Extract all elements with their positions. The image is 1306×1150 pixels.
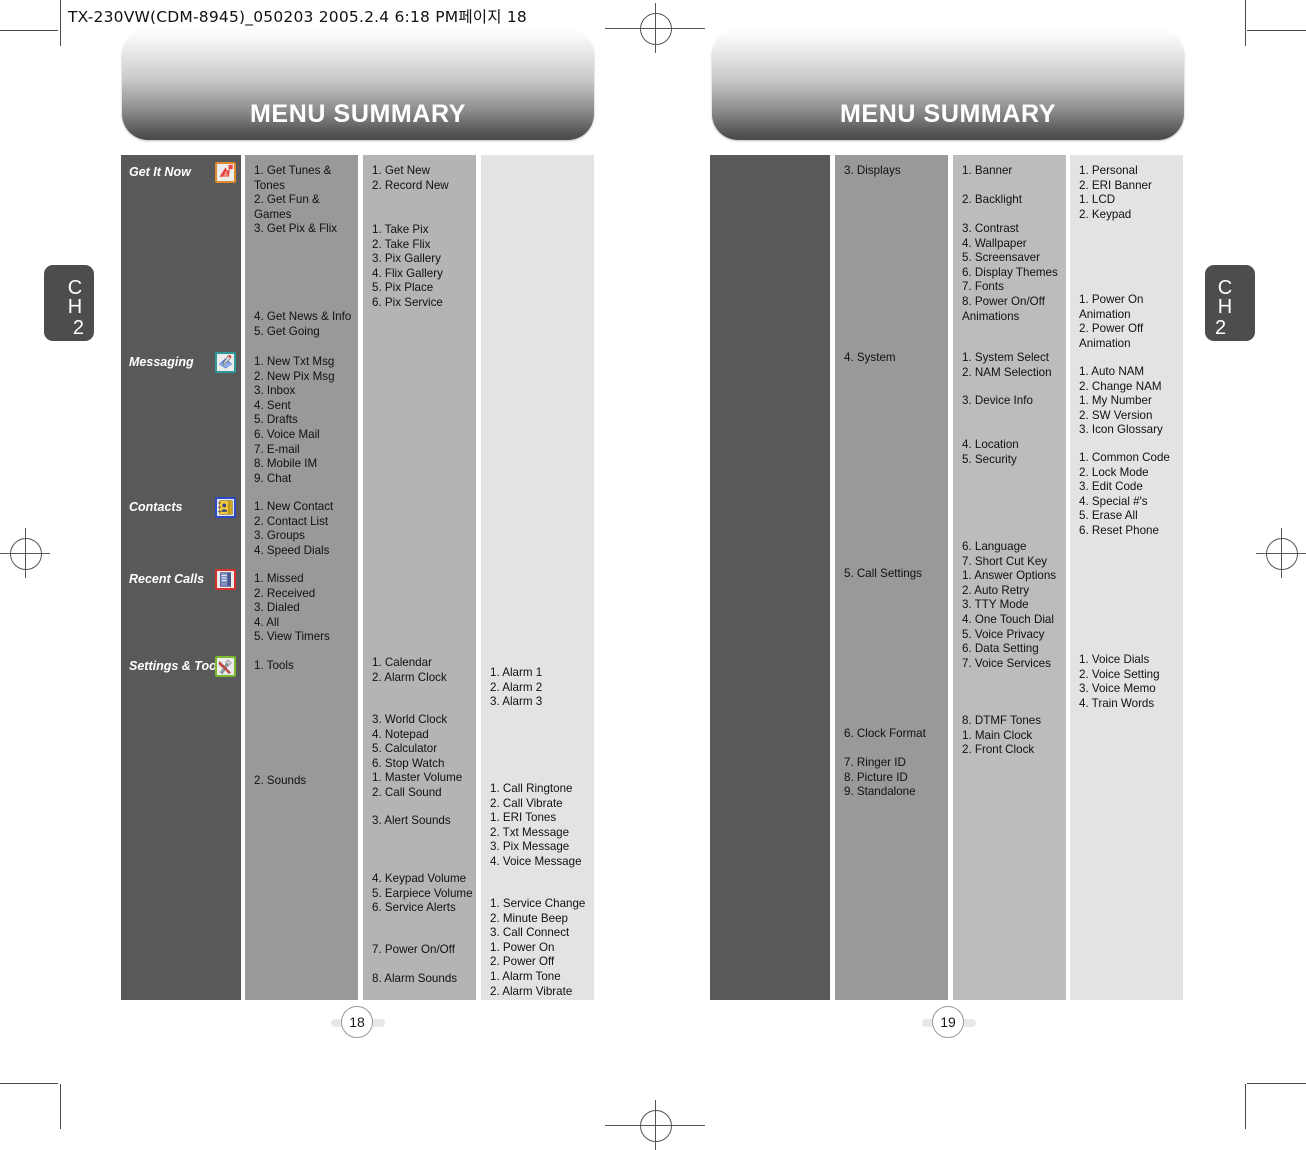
list-item: 1. Voice Dials 2. Voice Setting 3. Voice… (1079, 653, 1160, 710)
left-page-title: MENU SUMMARY (250, 100, 466, 128)
get-it-now-icon (215, 162, 236, 183)
list-item: 8. DTMF Tones 1. Main Clock 2. Front Clo… (962, 714, 1042, 757)
list-item: 1. Get New 2. Record New (372, 164, 449, 192)
list-item: 1. Banner (962, 164, 1013, 177)
list-item: 7. Power On/Off (372, 943, 455, 956)
category-label-settings-tools: Settings & Tools (129, 659, 228, 673)
list-item: 4. Keypad Volume 5. Earpiece Volume 6. S… (372, 872, 473, 915)
list-item: 1. New Contact 2. Contact List 3. Groups… (254, 500, 334, 557)
crop-mark-bottom-left-h (0, 1083, 58, 1084)
list-item: 1. Auto NAM 2. Change NAM 1. My Number 2… (1079, 365, 1163, 437)
left-chapter-tab: CH 2 (44, 265, 94, 341)
list-item: 3. Device Info (962, 394, 1033, 407)
right-chapter-tab-number: 2 (1215, 317, 1227, 339)
right-col-categories (710, 155, 830, 1000)
list-item: 1. Take Pix 2. Take Flix 3. Pix Gallery … (372, 223, 443, 309)
messaging-icon (215, 352, 236, 373)
category-label-messaging: Messaging (129, 355, 194, 369)
left-col-level3: 1. Alarm 1 2. Alarm 2 3. Alarm 3 1. Call… (481, 155, 594, 1000)
left-col-categories: Get It Now Messaging Contacts Recent Cal… (121, 155, 241, 1000)
list-item: 1. Missed 2. Received 3. Dialed 4. All 5… (254, 572, 330, 644)
crop-mark-top-left-v (60, 0, 61, 46)
settings-tools-icon (215, 656, 236, 677)
crop-mark-bottom-left-v (60, 1084, 61, 1129)
list-item: 8. Alarm Sounds (372, 972, 458, 985)
right-chapter-tab-label: CH (1214, 277, 1236, 315)
category-label-contacts: Contacts (129, 500, 183, 514)
list-item: 4. Location 5. Security (962, 438, 1019, 466)
recent-calls-icon (215, 569, 236, 590)
category-label-get-it-now: Get It Now (129, 165, 191, 179)
left-page-number: 18 (341, 1006, 373, 1038)
registration-mark-top (605, 3, 705, 53)
list-item: 1. Calendar 2. Alarm Clock (372, 656, 447, 684)
list-item: 3. Alert Sounds (372, 814, 451, 827)
crop-mark-bottom-right-v (1245, 1084, 1246, 1129)
list-item: 1. Service Change 2. Minute Beep 3. Call… (490, 897, 586, 998)
right-page-title: MENU SUMMARY (840, 100, 1056, 128)
right-chapter-tab: CH 2 (1205, 265, 1255, 341)
list-item: 1. Get Tunes & Tones 2. Get Fun & Games … (254, 164, 338, 236)
crop-mark-top-right-v (1245, 0, 1246, 46)
list-item: 1. Power On Animation 2. Power Off Anima… (1079, 293, 1144, 350)
right-page-number: 19 (932, 1006, 964, 1038)
list-item: 3. Contrast 4. Wallpaper 5. Screensaver … (962, 222, 1058, 323)
list-item: 5. Call Settings (844, 567, 922, 580)
registration-mark-right (1256, 528, 1306, 578)
list-item: 2. Backlight (962, 193, 1022, 206)
list-item: 1. Common Code 2. Lock Mode 3. Edit Code… (1079, 451, 1170, 537)
file-slug-line: TX-230VW(CDM-8945)_050203 2005.2.4 6:18 … (68, 8, 527, 26)
category-label-recent-calls: Recent Calls (129, 572, 205, 586)
contacts-icon (215, 497, 236, 518)
left-page-number-badge: 18 (331, 1006, 385, 1040)
list-item: 1. Call Ringtone 2. Call Vibrate 1. ERI … (490, 782, 582, 868)
left-chapter-tab-label: CH (64, 277, 86, 315)
left-page-banner: MENU SUMMARY (122, 30, 594, 140)
left-chapter-tab-number: 2 (72, 317, 84, 339)
right-page-number-badge: 19 (922, 1006, 976, 1040)
list-item: 6. Language 7. Short Cut Key 1. Answer O… (962, 540, 1057, 670)
list-item: 1. Personal 2. ERI Banner 1. LCD 2. Keyp… (1079, 164, 1152, 221)
list-item: 1. Alarm 1 2. Alarm 2 3. Alarm 3 (490, 666, 543, 709)
right-page-banner: MENU SUMMARY (712, 30, 1184, 140)
list-item: 1. System Select 2. NAM Selection (962, 351, 1052, 379)
list-item: 3. World Clock 4. Notepad 5. Calculator … (372, 713, 463, 799)
crop-mark-top-right-h (1247, 30, 1306, 31)
registration-mark-left (0, 528, 50, 578)
right-col-level1: 3. Displays 4. System 5. Call Settings 6… (835, 155, 948, 1000)
registration-mark-bottom (605, 1100, 705, 1150)
right-col-level3: 1. Personal 2. ERI Banner 1. LCD 2. Keyp… (1070, 155, 1183, 1000)
list-item: 4. System (844, 351, 896, 364)
list-item: 7. Ringer ID 8. Picture ID 9. Standalone (844, 756, 916, 799)
left-col-level2: 1. Get New 2. Record New 1. Take Pix 2. … (363, 155, 476, 1000)
list-item: 4. Get News & Info 5. Get Going (254, 310, 352, 338)
list-item: 6. Clock Format (844, 727, 926, 740)
crop-mark-bottom-right-h (1247, 1083, 1306, 1084)
crop-mark-top-left-h (0, 30, 58, 31)
left-col-level1: 1. Get Tunes & Tones 2. Get Fun & Games … (245, 155, 358, 1000)
list-item: 1. Tools (254, 659, 294, 672)
list-item: 1. New Txt Msg 2. New Pix Msg 3. Inbox 4… (254, 355, 335, 485)
list-item: 3. Displays (844, 164, 901, 177)
right-col-level2: 1. Banner 2. Backlight 3. Contrast 4. Wa… (953, 155, 1066, 1000)
list-item: 2. Sounds (254, 774, 307, 787)
